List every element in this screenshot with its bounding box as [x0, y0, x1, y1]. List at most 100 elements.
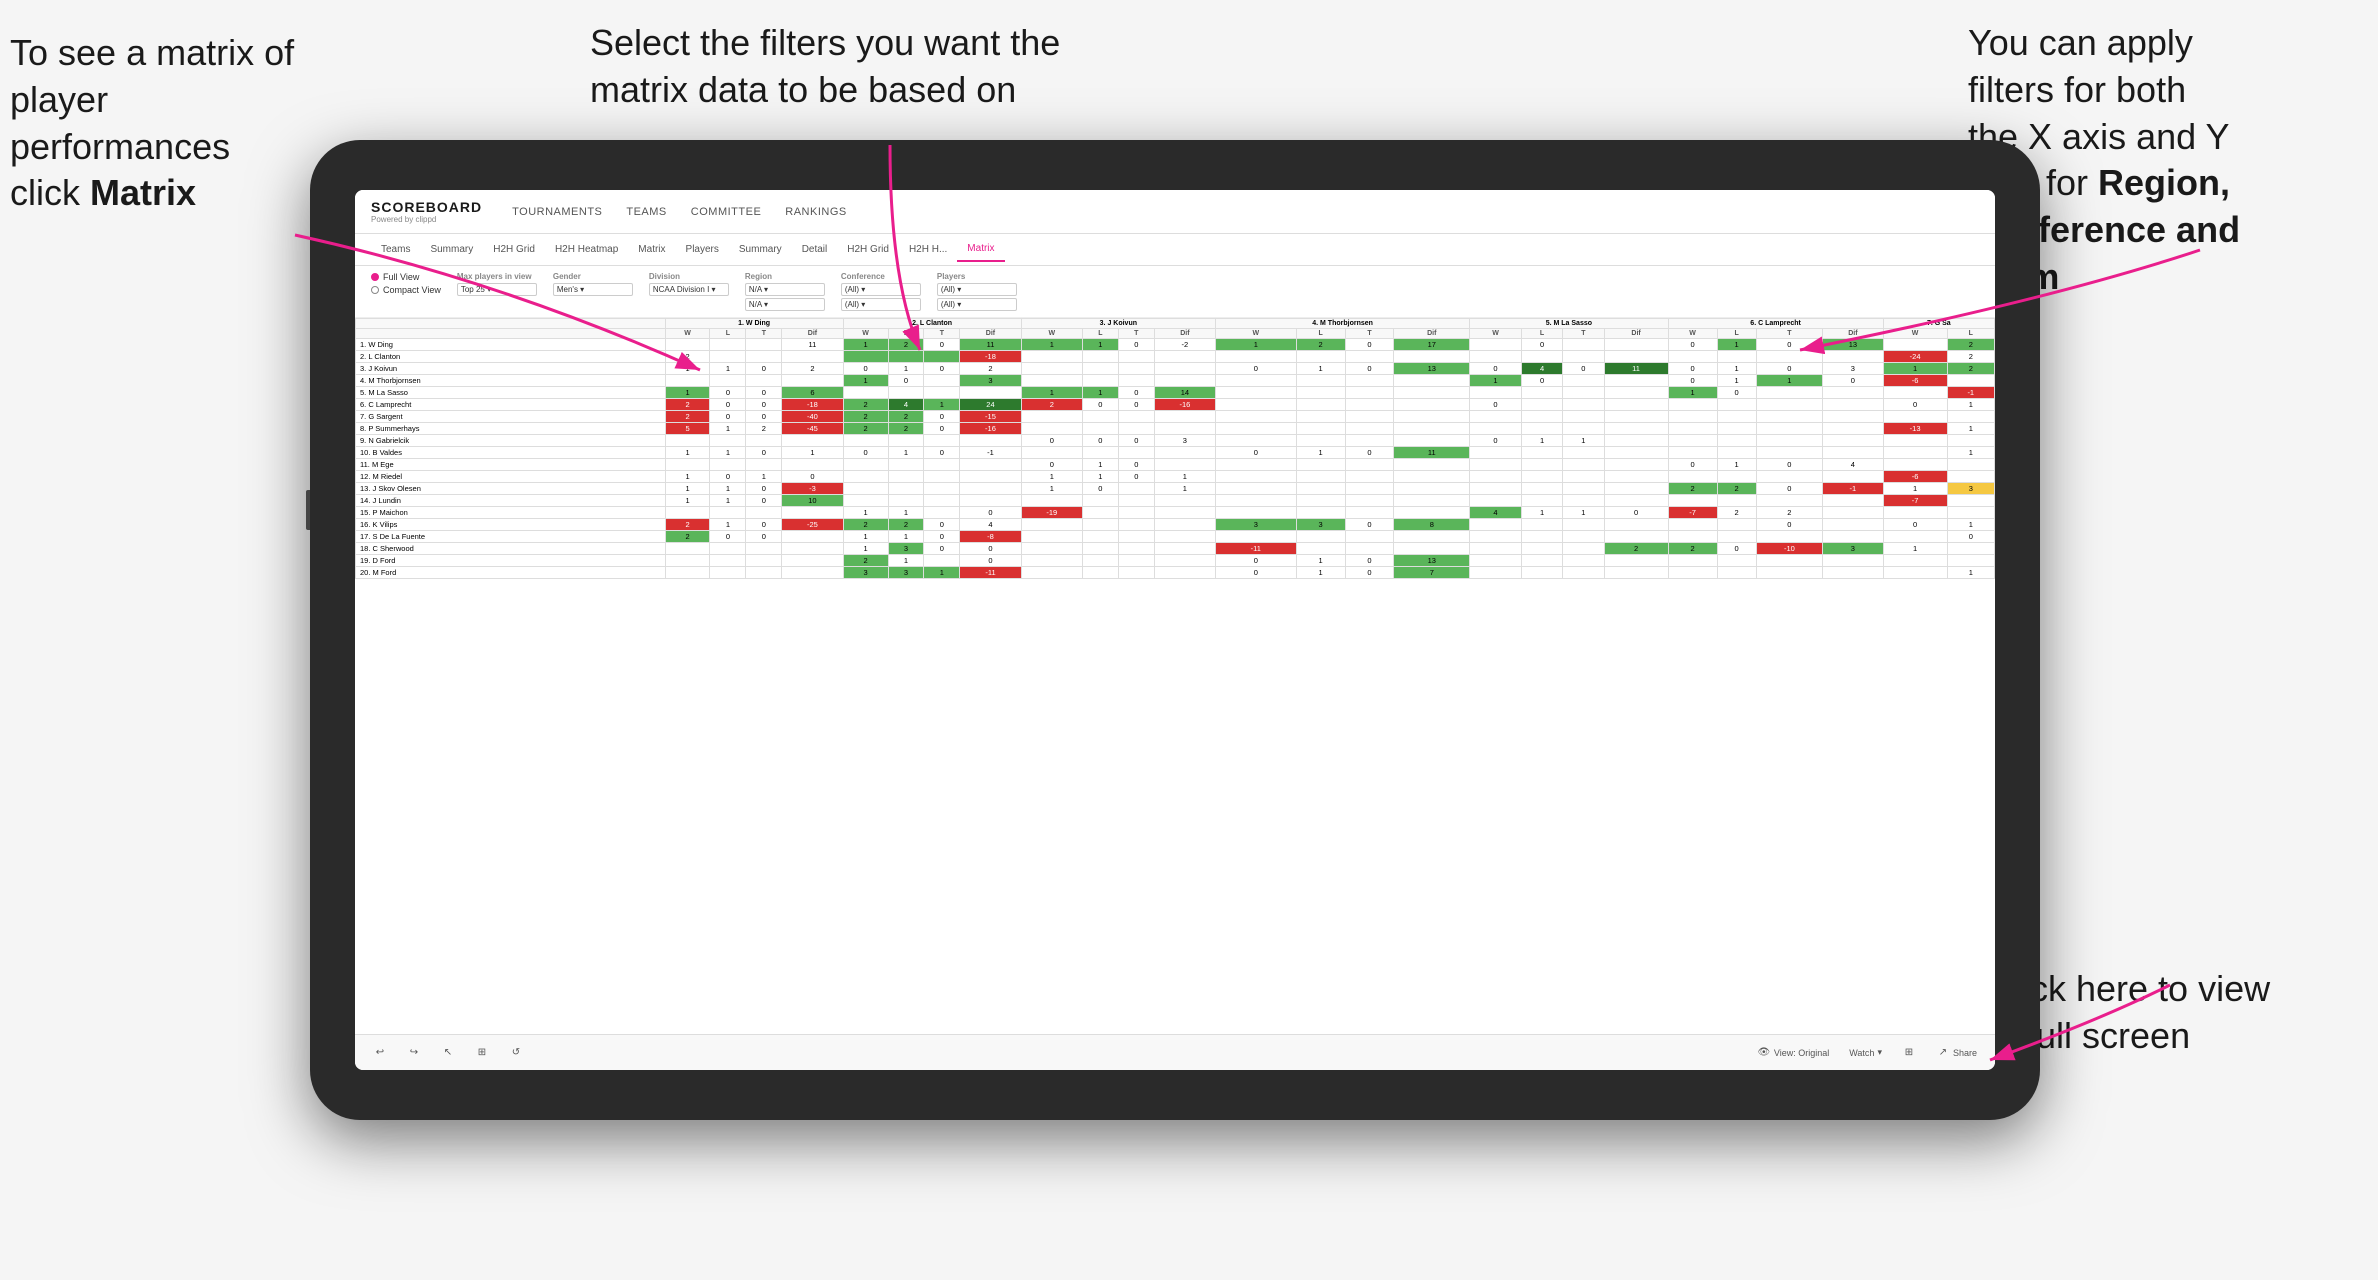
matrix-cell: [710, 435, 746, 447]
matrix-cell: [1296, 495, 1345, 507]
matrix-cell: [1717, 555, 1756, 567]
matrix-cell: [1345, 351, 1394, 363]
cursor-button[interactable]: ↖: [435, 1043, 461, 1063]
nav-rankings[interactable]: RANKINGS: [785, 202, 846, 222]
matrix-cell: [746, 555, 782, 567]
players-select-y[interactable]: (All) ▾: [937, 298, 1017, 311]
matrix-cell: [1394, 399, 1470, 411]
compact-view-radio[interactable]: [371, 286, 379, 294]
max-players-select[interactable]: Top 25 ▾: [457, 283, 537, 296]
matrix-cell: [1154, 507, 1215, 519]
matrix-cell: 1: [843, 339, 888, 351]
matrix-cell: [1470, 519, 1522, 531]
division-filter: Division NCAA Division I ▾: [649, 272, 729, 296]
full-view-option[interactable]: Full View: [371, 272, 441, 282]
region-select-y[interactable]: N/A ▾: [745, 298, 825, 311]
tab-summary[interactable]: Summary: [420, 238, 483, 261]
tab-players[interactable]: Players: [676, 238, 729, 261]
matrix-cell: 13: [1394, 363, 1470, 375]
matrix-cell: 0: [843, 363, 888, 375]
matrix-cell: [1021, 351, 1082, 363]
matrix-cell: [924, 375, 960, 387]
matrix-cell: -19: [1021, 507, 1082, 519]
matrix-cell: 3: [843, 567, 888, 579]
matrix-cell: [1668, 399, 1717, 411]
tab-matrix[interactable]: Matrix: [628, 238, 675, 261]
matrix-cell: [1563, 399, 1604, 411]
watch-button[interactable]: Watch ▾: [1843, 1044, 1888, 1061]
matrix-cell: [782, 555, 843, 567]
matrix-cell: [1296, 423, 1345, 435]
matrix-cell: 0: [1563, 363, 1604, 375]
matrix-cell: [746, 435, 782, 447]
col-header-1: 1. W Ding: [665, 319, 843, 329]
player-name: 12. M Riedel: [356, 471, 666, 483]
tab-teams[interactable]: Teams: [371, 238, 420, 261]
matrix-cell: 0: [1345, 339, 1394, 351]
matrix-cell: [888, 435, 924, 447]
matrix-cell: [710, 567, 746, 579]
conference-select-x[interactable]: (All) ▾: [841, 283, 921, 296]
layout-button[interactable]: ⊞: [1896, 1043, 1922, 1063]
matrix-cell: [1521, 543, 1562, 555]
matrix-cell: 1: [843, 531, 888, 543]
sub-nav: Teams Summary H2H Grid H2H Heatmap Matri…: [355, 234, 1995, 266]
matrix-cell: [1118, 543, 1154, 555]
nav-teams[interactable]: TEAMS: [626, 202, 666, 222]
matrix-cell: [1296, 399, 1345, 411]
tab-players-summary[interactable]: Summary: [729, 238, 792, 261]
matrix-cell: 1: [746, 471, 782, 483]
matrix-cell: [1118, 507, 1154, 519]
matrix-cell: [1823, 423, 1883, 435]
players-select-x[interactable]: (All) ▾: [937, 283, 1017, 296]
zoom-controls[interactable]: ⊞: [469, 1043, 495, 1063]
nav-committee[interactable]: COMMITTEE: [691, 202, 762, 222]
matrix-cell: [1021, 543, 1082, 555]
matrix-cell: [1668, 519, 1717, 531]
matrix-cell: [1345, 399, 1394, 411]
matrix-cell: 0: [782, 471, 843, 483]
region-label: Region: [745, 272, 825, 281]
share-button[interactable]: ↗ Share: [1930, 1043, 1983, 1063]
compact-view-option[interactable]: Compact View: [371, 285, 441, 295]
tablet-side-button: [306, 490, 310, 530]
gender-select[interactable]: Men's ▾: [553, 283, 633, 296]
tab-players-h2h-grid[interactable]: H2H Grid: [837, 238, 899, 261]
tab-matrix-active[interactable]: Matrix: [957, 237, 1004, 262]
matrix-cell: [1296, 375, 1345, 387]
players-label: Players: [937, 272, 1017, 281]
refresh-button[interactable]: ↺: [503, 1043, 529, 1063]
player-name: 3. J Koivun: [356, 363, 666, 375]
tab-h2h-grid[interactable]: H2H Grid: [483, 238, 545, 261]
tab-detail[interactable]: Detail: [792, 238, 838, 261]
view-original-button[interactable]: 👁 View: Original: [1751, 1043, 1835, 1063]
view-icon: 👁: [1757, 1046, 1771, 1060]
matrix-cell: [924, 471, 960, 483]
matrix-cell: [782, 375, 843, 387]
conference-select-y[interactable]: (All) ▾: [841, 298, 921, 311]
gender-label: Gender: [553, 272, 633, 281]
division-select[interactable]: NCAA Division I ▾: [649, 283, 729, 296]
matrix-cell: [1470, 543, 1522, 555]
share-icon: ↗: [1936, 1046, 1950, 1060]
matrix-cell: 1: [1470, 375, 1522, 387]
matrix-cell: [1296, 435, 1345, 447]
matrix-cell: [1470, 423, 1522, 435]
table-row: 15. P Maichon110-194110-722: [356, 507, 1995, 519]
nav-tournaments[interactable]: TOURNAMENTS: [512, 202, 602, 222]
redo-button[interactable]: ↪: [401, 1043, 427, 1063]
matrix-cell: [1118, 411, 1154, 423]
tab-players-h2h-h[interactable]: H2H H...: [899, 238, 957, 261]
tab-h2h-heatmap[interactable]: H2H Heatmap: [545, 238, 628, 261]
matrix-cell: [1604, 531, 1668, 543]
matrix-cell: [1823, 519, 1883, 531]
matrix-cell: [1756, 567, 1823, 579]
matrix-cell: [1756, 435, 1823, 447]
undo-button[interactable]: ↩: [367, 1043, 393, 1063]
matrix-cell: -7: [1668, 507, 1717, 519]
matrix-cell: 0: [1216, 447, 1297, 459]
matrix-cell: 1: [1563, 435, 1604, 447]
full-view-radio[interactable]: [371, 273, 379, 281]
region-select-x[interactable]: N/A ▾: [745, 283, 825, 296]
matrix-container[interactable]: 1. W Ding 2. L Clanton 3. J Koivun 4. M …: [355, 318, 1995, 1058]
